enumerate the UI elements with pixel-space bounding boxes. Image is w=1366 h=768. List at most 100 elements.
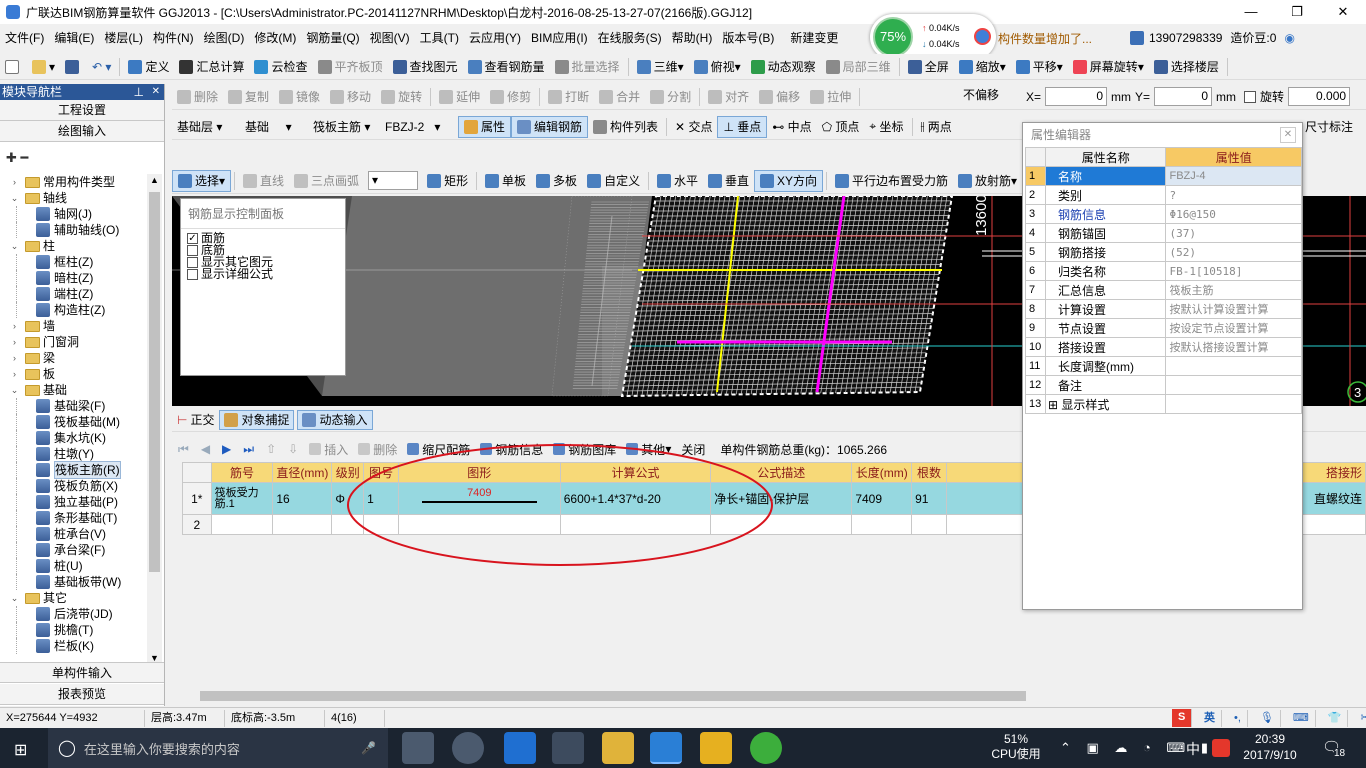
code-select[interactable]: FBZJ-2 ▾ — [380, 116, 458, 138]
expand-icon[interactable]: ⊞ — [1048, 398, 1061, 412]
edit-rebar-button[interactable]: 编辑钢筋 — [511, 115, 589, 138]
toolbar-button-15[interactable]: 选择楼层 — [1149, 56, 1224, 78]
arc-select[interactable]: ▾ — [368, 171, 419, 190]
property-value[interactable]: 按默认计算设置计算 — [1165, 299, 1302, 319]
property-row[interactable]: 4 钢筋锚固 (37) — [1025, 223, 1302, 243]
first-record-icon[interactable]: ⏮ — [172, 442, 195, 457]
offset-select[interactable]: 不偏移 — [960, 87, 1022, 106]
store-icon[interactable] — [552, 732, 584, 764]
report-preview-button[interactable]: 报表预览 — [0, 684, 164, 705]
browser-360-icon[interactable] — [750, 732, 782, 764]
toolbar-button-4[interactable]: 查找图元 — [388, 56, 463, 78]
property-button[interactable]: 属性 — [458, 115, 512, 138]
toolbar-button-14[interactable]: 屏幕旋转 ▾ — [1068, 56, 1149, 78]
property-row[interactable]: 7 汇总信息 筏板主筋 — [1025, 280, 1302, 300]
new-file-icon[interactable] — [0, 56, 27, 78]
edit-button-3[interactable]: 移动 — [325, 86, 376, 108]
toolbar-button-3[interactable]: 平齐板顶 — [313, 56, 388, 78]
undo-icon[interactable]: ↶ ▾ — [87, 56, 116, 78]
tree-item[interactable]: 筏板主筋(R) — [0, 461, 147, 479]
toolbar-button-13[interactable]: 平移 ▾ — [1011, 56, 1068, 78]
property-value[interactable] — [1165, 394, 1302, 414]
edit-button-0[interactable]: 删除 — [172, 86, 223, 108]
dynamic-input-button[interactable]: 动态输入 — [297, 409, 373, 430]
toolbar-button-0[interactable]: 定义 — [123, 56, 174, 78]
toolbar-button-11[interactable]: 全屏 — [903, 56, 954, 78]
menu-item-0[interactable]: 文件(F) — [0, 29, 49, 46]
edit-button-12[interactable]: 拉伸 — [805, 86, 856, 108]
tree-expander-icon[interactable]: ⌄ — [10, 238, 19, 254]
table-hscrollbar[interactable] — [182, 688, 1366, 704]
property-value[interactable]: 筏板主筋 — [1165, 280, 1302, 300]
menu-item-12[interactable]: 帮助(H) — [667, 29, 718, 46]
menu-item-1[interactable]: 编辑(E) — [49, 29, 99, 46]
minimize-button[interactable]: — — [1228, 0, 1274, 24]
toolbar-button-8[interactable]: 俯视 ▾ — [689, 56, 746, 78]
account-phone[interactable]: 13907298339 — [1149, 31, 1222, 45]
tree-folder[interactable]: ⌄ 其它 — [0, 590, 147, 606]
toolbar-button-7[interactable]: 三维 ▾ — [632, 56, 689, 78]
draw-button-0[interactable]: 选择 ▾ — [172, 169, 232, 192]
tree-item[interactable]: 筏板负筋(X) — [0, 478, 147, 494]
tree-folder[interactable]: ⌄ 基础 — [0, 382, 147, 398]
tree-folder[interactable]: › 墙 — [0, 318, 147, 334]
property-row[interactable]: 13 ⊞ 显示样式 — [1025, 394, 1302, 414]
cell-name[interactable]: 筏板受力筋.1 — [210, 482, 274, 515]
midpoint-snap-button[interactable]: ⊷ 中点 — [767, 116, 816, 138]
vertex-snap-button[interactable]: ⬠ 顶点 — [817, 116, 865, 138]
menu-item-10[interactable]: BIM应用(I) — [526, 29, 593, 46]
tree-item[interactable]: 构造柱(Z) — [0, 302, 147, 318]
skin-icon[interactable]: 👕 — [1322, 709, 1349, 727]
taskbar-search[interactable]: ◯ 在这里输入你要搜索的内容 🎤 — [48, 728, 388, 768]
ggj-app-icon[interactable] — [650, 732, 682, 764]
tree-expander-icon[interactable]: › — [10, 318, 19, 334]
tree-item[interactable]: 后浇带(JD) — [0, 606, 147, 622]
cell-name[interactable] — [210, 514, 274, 535]
close-button[interactable]: ✕ — [1320, 0, 1366, 24]
save-icon[interactable] — [60, 56, 87, 78]
tree-item[interactable]: 挑檐(T) — [0, 622, 147, 638]
component-list-button[interactable]: 构件列表 — [588, 116, 663, 138]
draw-button-7[interactable]: 水平 — [652, 170, 703, 192]
cell-count[interactable] — [911, 514, 947, 535]
draw-button-8[interactable]: 垂直 — [703, 170, 754, 192]
tree-folder[interactable]: › 梁 — [0, 350, 147, 366]
property-value[interactable]: (37) — [1165, 223, 1302, 243]
edit-button-11[interactable]: 偏移 — [754, 86, 805, 108]
menu-item-9[interactable]: 云应用(Y) — [464, 29, 526, 46]
two-point-button[interactable]: ⫲ 两点 — [916, 116, 957, 138]
prev-record-icon[interactable]: ◀ — [195, 442, 216, 456]
object-snap-button[interactable]: 对象捕捉 — [219, 409, 295, 430]
tree-item[interactable]: 基础梁(F) — [0, 398, 147, 414]
app-icon-2[interactable] — [452, 732, 484, 764]
column-header[interactable]: 筋号 — [210, 462, 274, 483]
tree-item[interactable]: 筏板基础(M) — [0, 414, 147, 430]
toolbar-button-9[interactable]: 动态观察 — [746, 56, 821, 78]
menu-item-6[interactable]: 钢筋量(Q) — [301, 29, 364, 46]
punct-icon[interactable]: •, — [1228, 709, 1248, 727]
menu-item-2[interactable]: 楼层(L) — [99, 29, 148, 46]
tree-item[interactable]: 暗柱(Z) — [0, 270, 147, 286]
edit-button-5[interactable]: 延伸 — [434, 86, 485, 108]
edge-browser-icon[interactable] — [504, 732, 536, 764]
ime-indicator[interactable]: 中 — [1186, 739, 1200, 759]
property-value[interactable] — [1165, 356, 1302, 376]
menu-item-11[interactable]: 在线服务(S) — [593, 29, 667, 46]
checkbox[interactable] — [187, 256, 198, 268]
tree-expander-icon[interactable]: › — [10, 174, 19, 190]
coordinate-snap-button[interactable]: ⌖ 坐标 — [864, 116, 908, 138]
tree-expander-icon[interactable]: ⌄ — [10, 190, 19, 206]
checkbox[interactable]: ✓ — [187, 232, 198, 244]
file-explorer-icon[interactable] — [602, 732, 634, 764]
sogou-icon[interactable]: S — [1172, 709, 1192, 727]
pin-icon[interactable]: ⊥ — [134, 84, 144, 100]
engineering-settings-button[interactable]: 工程设置 — [0, 100, 164, 121]
move-up-icon[interactable]: ⇧ — [260, 442, 282, 456]
voice-search-icon[interactable]: 🎤 — [361, 741, 376, 755]
draw-button-1[interactable]: 直线 — [238, 170, 289, 192]
edit-button-10[interactable]: 对齐 — [703, 86, 754, 108]
tree-item[interactable]: 基础板带(W) — [0, 574, 147, 590]
y-input[interactable]: 0 — [1154, 87, 1213, 106]
user-icon[interactable] — [1130, 30, 1144, 45]
rotate-input[interactable]: 0.000 — [1288, 87, 1351, 106]
